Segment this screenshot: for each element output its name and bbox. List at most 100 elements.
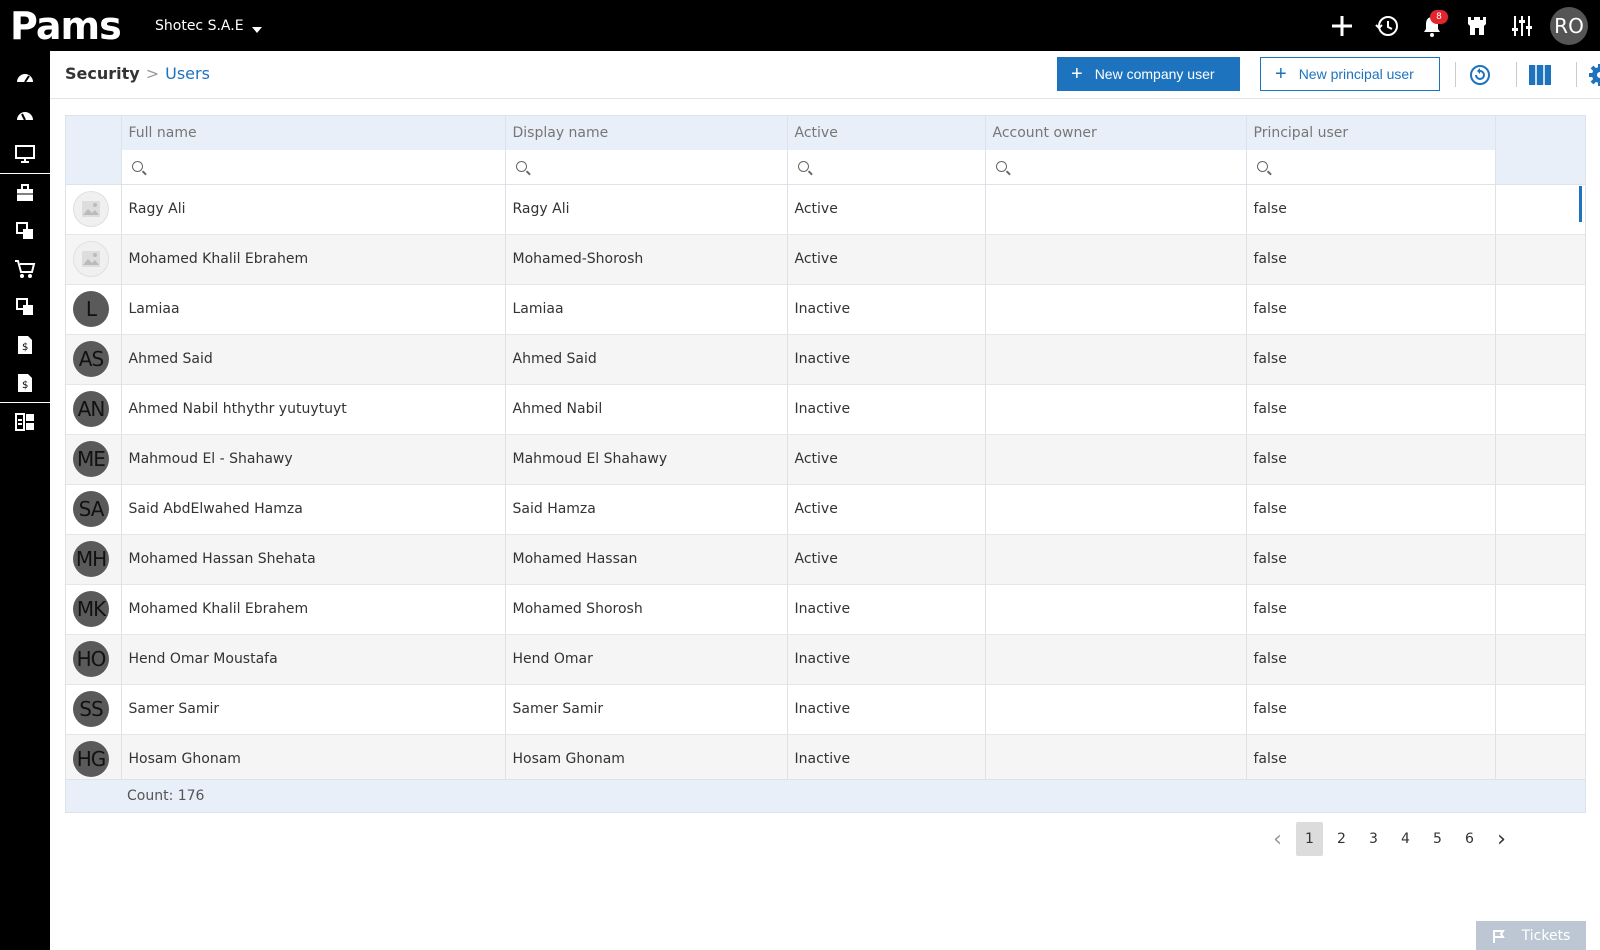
tickets-label: Tickets bbox=[1521, 927, 1571, 944]
cell-extra bbox=[1495, 184, 1585, 235]
user-avatar[interactable]: RO bbox=[1550, 6, 1588, 45]
cell-display-name: Ahmed Nabil bbox=[505, 384, 788, 435]
cell-extra bbox=[1495, 334, 1585, 385]
filter-display-name[interactable] bbox=[505, 150, 788, 185]
table-row[interactable]: L Lamiaa Lamiaa Inactive false bbox=[66, 284, 1585, 335]
monitor-icon[interactable] bbox=[0, 135, 50, 173]
filter-active[interactable] bbox=[787, 150, 986, 185]
cell-display-name: Hend Omar bbox=[505, 634, 788, 685]
columns-icon[interactable] bbox=[1528, 63, 1552, 87]
company-name: Shotec S.A.E bbox=[155, 18, 244, 34]
filter-spacer bbox=[66, 150, 122, 185]
column-header-display-name[interactable]: Display name bbox=[505, 116, 788, 150]
cell-principal-user: false bbox=[1246, 634, 1496, 685]
column-header-full-name[interactable]: Full name bbox=[121, 116, 506, 150]
cell-extra bbox=[1495, 484, 1585, 535]
prev-page-button[interactable]: ‹ bbox=[1264, 822, 1291, 856]
column-header-active[interactable]: Active bbox=[787, 116, 986, 150]
new-company-user-label: New company user bbox=[1094, 66, 1215, 82]
table-row[interactable]: HO Hend Omar Moustafa Hend Omar Inactive… bbox=[66, 634, 1585, 685]
cell-account-owner bbox=[985, 384, 1247, 435]
cell-display-name: Mohamed Hassan bbox=[505, 534, 788, 585]
cell-full-name: Said AbdElwahed Hamza bbox=[121, 484, 506, 535]
column-header-account-owner[interactable]: Account owner bbox=[985, 116, 1247, 150]
widgets-icon[interactable] bbox=[0, 403, 50, 441]
table-row[interactable]: AS Ahmed Said Ahmed Said Inactive false bbox=[66, 334, 1585, 385]
cell-full-name: Mohamed Khalil Ebrahem bbox=[121, 234, 506, 285]
avatar-cell: L bbox=[66, 284, 122, 335]
page-button[interactable]: 5 bbox=[1424, 822, 1451, 856]
scrollbar-indicator[interactable] bbox=[1579, 186, 1582, 222]
column-header-principal-user[interactable]: Principal user bbox=[1246, 116, 1496, 150]
table-row[interactable]: HG Hosam Ghonam Hosam Ghonam Inactive fa… bbox=[66, 734, 1585, 785]
app-logo[interactable]: Pams bbox=[10, 6, 122, 46]
pagination: ‹ 123456 › bbox=[1264, 822, 1520, 856]
search-icon bbox=[797, 161, 809, 173]
page-button[interactable]: 4 bbox=[1392, 822, 1419, 856]
breadcrumb-separator: > bbox=[145, 64, 160, 83]
dashboard-alt-icon[interactable] bbox=[0, 97, 50, 135]
avatar-cell: MH bbox=[66, 534, 122, 585]
filter-account-owner[interactable] bbox=[985, 150, 1247, 185]
cell-full-name: Samer Samir bbox=[121, 684, 506, 735]
table-row[interactable]: Ragy Ali Ragy Ali Active false bbox=[66, 184, 1585, 235]
briefcase-icon[interactable] bbox=[0, 174, 50, 212]
table-row[interactable]: Mohamed Khalil Ebrahem Mohamed-Shorosh A… bbox=[66, 234, 1585, 285]
breadcrumb: Security > Users bbox=[65, 64, 210, 83]
cell-extra bbox=[1495, 634, 1585, 685]
filter-full-name[interactable] bbox=[121, 150, 506, 185]
new-principal-user-button[interactable]: + New principal user bbox=[1260, 57, 1440, 91]
table-row[interactable]: AN Ahmed Nabil hthythr yutuytuyt Ahmed N… bbox=[66, 384, 1585, 435]
cart-icon[interactable] bbox=[0, 250, 50, 288]
cell-extra bbox=[1495, 234, 1585, 285]
avatar: L bbox=[73, 291, 109, 327]
modules-alt-icon[interactable] bbox=[0, 288, 50, 326]
modules-icon[interactable] bbox=[0, 212, 50, 250]
dashboard-icon[interactable] bbox=[0, 59, 50, 97]
refresh-icon[interactable] bbox=[1468, 63, 1492, 87]
table-row[interactable]: SA Said AbdElwahed Hamza Said Hamza Acti… bbox=[66, 484, 1585, 535]
cell-account-owner bbox=[985, 484, 1247, 535]
breadcrumb-root[interactable]: Security bbox=[65, 64, 140, 83]
cell-active: Inactive bbox=[787, 284, 986, 335]
table-row[interactable]: MK Mohamed Khalil Ebrahem Mohamed Shoros… bbox=[66, 584, 1585, 635]
table-row[interactable]: SS Samer Samir Samer Samir Inactive fals… bbox=[66, 684, 1585, 735]
page-header: Security > Users + New company user + New pr… bbox=[50, 51, 1600, 99]
gear-icon[interactable] bbox=[1588, 63, 1600, 87]
cell-full-name: Mohamed Hassan Shehata bbox=[121, 534, 506, 585]
bell-icon[interactable]: 8 bbox=[1409, 0, 1454, 51]
sliders-icon[interactable] bbox=[1499, 0, 1544, 51]
cell-principal-user: false bbox=[1246, 684, 1496, 735]
svg-text:$: $ bbox=[22, 342, 28, 353]
cell-account-owner bbox=[985, 434, 1247, 485]
table-row[interactable]: MH Mohamed Hassan Shehata Mohamed Hassan… bbox=[66, 534, 1585, 585]
page-button[interactable]: 3 bbox=[1360, 822, 1387, 856]
avatar-cell: AS bbox=[66, 334, 122, 385]
search-icon bbox=[1256, 161, 1268, 173]
invoice-alt-icon[interactable]: $ bbox=[0, 364, 50, 402]
avatar: SA bbox=[73, 491, 109, 527]
cell-principal-user: false bbox=[1246, 284, 1496, 335]
avatar: MH bbox=[73, 541, 109, 577]
add-icon[interactable] bbox=[1319, 0, 1364, 51]
page-button[interactable]: 1 bbox=[1296, 822, 1323, 856]
new-company-user-button[interactable]: + New company user bbox=[1057, 57, 1240, 91]
page-button[interactable]: 2 bbox=[1328, 822, 1355, 856]
next-page-button[interactable]: › bbox=[1488, 822, 1515, 856]
cell-principal-user: false bbox=[1246, 384, 1496, 435]
tickets-button[interactable]: Tickets bbox=[1476, 921, 1586, 950]
castle-icon[interactable] bbox=[1454, 0, 1499, 51]
search-icon bbox=[131, 161, 143, 173]
avatar-column-header bbox=[66, 116, 122, 150]
avatar: HO bbox=[73, 641, 109, 677]
company-selector[interactable]: Shotec S.A.E bbox=[155, 18, 262, 34]
cell-full-name: Ragy Ali bbox=[121, 184, 506, 235]
page-button[interactable]: 6 bbox=[1456, 822, 1483, 856]
table-row[interactable]: ME Mahmoud El - Shahawy Mahmoud El Shaha… bbox=[66, 434, 1585, 485]
page-list: 123456 bbox=[1296, 822, 1488, 856]
notification-badge: 8 bbox=[1430, 10, 1448, 24]
avatar-cell: ME bbox=[66, 434, 122, 485]
history-icon[interactable] bbox=[1364, 0, 1409, 51]
invoice-icon[interactable]: $ bbox=[0, 326, 50, 364]
filter-principal-user[interactable] bbox=[1246, 150, 1496, 185]
